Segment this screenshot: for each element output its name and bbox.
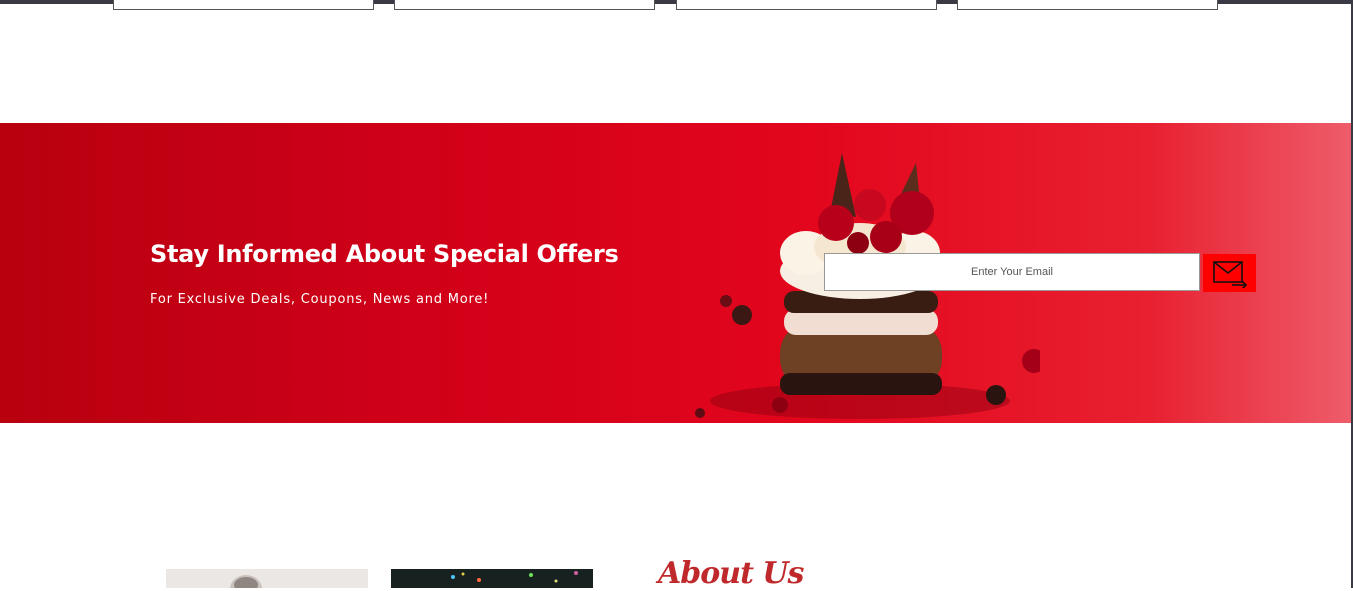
subscribe-button[interactable] (1203, 254, 1256, 292)
envelope-arrow-icon (1212, 261, 1247, 288)
product-card-stub[interactable] (957, 0, 1218, 10)
email-input[interactable] (824, 253, 1200, 291)
newsletter-banner: Stay Informed About Special Offers For E… (0, 123, 1351, 423)
product-card-stub[interactable] (676, 0, 937, 10)
product-card-stub[interactable] (394, 0, 655, 10)
about-photo-baker (166, 569, 368, 588)
newsletter-subtitle: For Exclusive Deals, Coupons, News and M… (150, 292, 490, 307)
about-photo-shop (391, 569, 593, 588)
product-card-stub[interactable] (113, 0, 374, 10)
about-title: About Us (658, 556, 804, 591)
newsletter-title: Stay Informed About Special Offers (150, 240, 619, 268)
